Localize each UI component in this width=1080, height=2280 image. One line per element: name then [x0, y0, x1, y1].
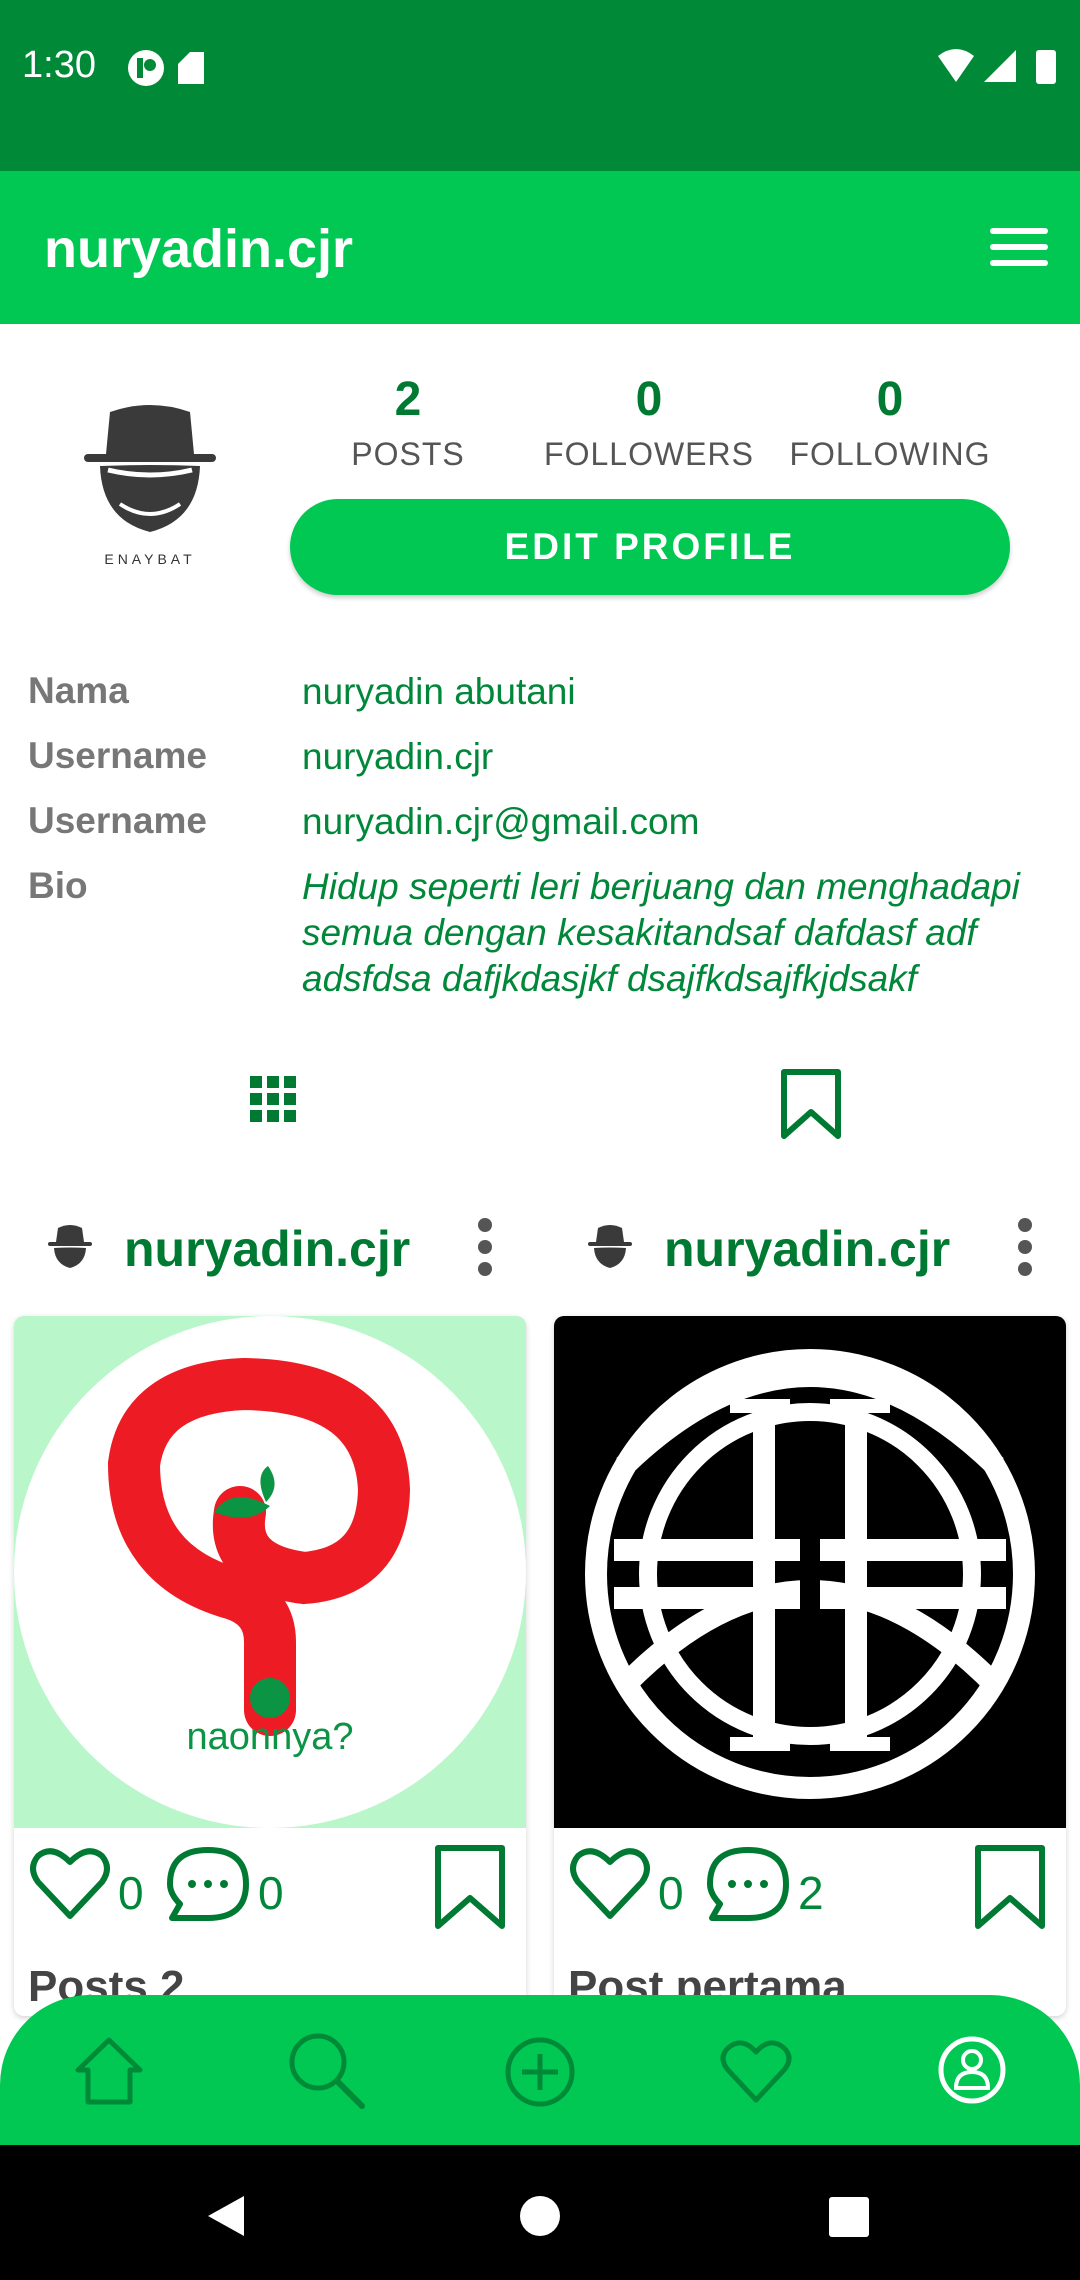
like-count: 0 — [118, 1867, 144, 1919]
search-icon[interactable] — [286, 2030, 366, 2110]
avatar-text: ENAYBAT — [104, 551, 196, 567]
post-avatar[interactable] — [44, 1222, 96, 1274]
grid-icon[interactable] — [250, 1076, 296, 1122]
back-icon[interactable] — [204, 2192, 248, 2240]
bio-value: Hidup seperti leri berjuang dan menghada… — [302, 866, 1020, 999]
username-value: nuryadin.cjr — [302, 736, 494, 777]
post-avatar[interactable] — [584, 1222, 636, 1274]
status-time: 1:30 — [22, 44, 96, 86]
comment-icon[interactable] — [166, 1846, 252, 1926]
post-card[interactable]: 0 2 Post pertama — [554, 1316, 1066, 2016]
more-icon[interactable] — [1010, 1216, 1040, 1278]
email-label: Username — [28, 800, 207, 841]
comment-count: 2 — [798, 1867, 824, 1919]
followers-label[interactable]: FOLLOWERS — [529, 436, 769, 473]
followers-count[interactable]: 0 — [529, 372, 769, 427]
edit-profile-button[interactable]: EDIT PROFILE — [290, 499, 1010, 595]
comment-count: 0 — [258, 1867, 284, 1919]
bookmark-icon[interactable] — [432, 1844, 508, 1930]
avatar[interactable]: ENAYBAT — [70, 400, 230, 570]
home-button-icon[interactable] — [518, 2194, 562, 2238]
recents-icon[interactable] — [828, 2196, 870, 2238]
posts-count: 2 — [394, 373, 422, 426]
post-username[interactable]: nuryadin.cjr — [664, 1220, 950, 1278]
notification-icons — [128, 50, 204, 86]
home-icon[interactable] — [72, 2034, 146, 2106]
username-label: Username — [28, 735, 207, 776]
add-icon[interactable] — [504, 2036, 576, 2108]
post-image-text: naonnya? — [186, 1716, 354, 1758]
post-image[interactable] — [554, 1316, 1066, 1828]
posts-label: POSTS — [351, 436, 465, 472]
comment-icon[interactable] — [706, 1846, 792, 1926]
post-card[interactable]: naonnya? 0 0 Posts 2 — [14, 1316, 526, 2016]
like-count: 0 — [658, 1867, 684, 1919]
system-status-icons — [938, 49, 1056, 84]
heart-icon[interactable] — [568, 1844, 652, 1924]
post-image-art — [585, 1349, 1035, 1799]
bio-label: Bio — [28, 865, 88, 906]
avatar-hat-icon — [84, 405, 216, 532]
email-value: nuryadin.cjr@gmail.com — [302, 801, 700, 842]
more-icon[interactable] — [470, 1216, 500, 1278]
heart-icon[interactable] — [718, 2036, 794, 2106]
bookmark-icon[interactable] — [972, 1844, 1048, 1930]
following-label[interactable]: FOLLOWING — [770, 436, 1010, 473]
name-value: nuryadin abutani — [302, 671, 576, 712]
heart-icon[interactable] — [28, 1844, 112, 1924]
following-count[interactable]: 0 — [770, 372, 1010, 427]
profile-icon[interactable] — [936, 2034, 1008, 2106]
post-username[interactable]: nuryadin.cjr — [124, 1220, 410, 1278]
name-label: Nama — [28, 670, 129, 711]
menu-icon[interactable] — [990, 226, 1048, 268]
post-image[interactable]: naonnya? — [14, 1316, 526, 1828]
app-title: nuryadin.cjr — [44, 219, 354, 279]
bookmark-icon[interactable] — [778, 1068, 844, 1140]
